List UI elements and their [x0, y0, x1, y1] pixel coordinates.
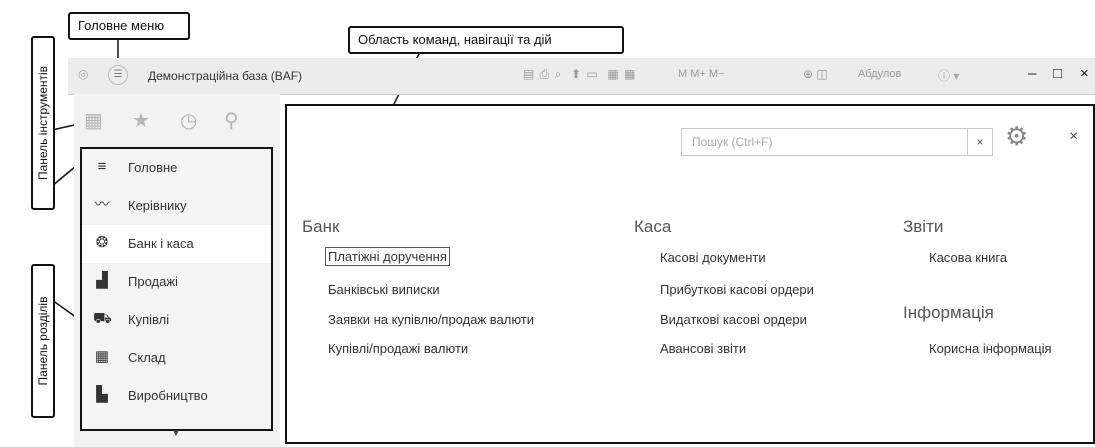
section-label: Купівлі	[128, 312, 170, 327]
grid-icon[interactable]: ▦	[84, 108, 103, 133]
app-logo-icon: ◎	[78, 67, 89, 81]
coin-icon: ❂	[95, 234, 109, 251]
window-title: Демонстраційна база (BAF)	[148, 69, 303, 83]
history-icon[interactable]: ◷	[180, 108, 197, 133]
more-sections-icon[interactable]: ▼	[171, 428, 181, 439]
cmd-useful-info[interactable]: Корисна інформація	[929, 341, 1052, 356]
memory-buttons[interactable]: M M+ M−	[678, 68, 724, 80]
close-icon[interactable]: ×	[1069, 128, 1078, 146]
factory-icon: ▙	[96, 386, 108, 403]
cart-icon: ⛟	[93, 310, 112, 327]
callout-text: Панель розділів	[36, 296, 50, 386]
section-label: Банк і каса	[128, 236, 194, 251]
section-manager[interactable]: 〰 Керівнику	[82, 187, 271, 225]
section-warehouse[interactable]: ▦ Склад	[82, 339, 271, 377]
section-label: Керівнику	[128, 198, 187, 213]
menu-lines-icon: ≡	[97, 158, 107, 175]
section-label: Головне	[128, 160, 178, 175]
callout-text: Область команд, навігації та дій	[358, 32, 552, 47]
cmd-bank-statements[interactable]: Банківські виписки	[328, 282, 440, 297]
tools-panel: ▦ ★ ◷ ⚲	[74, 98, 280, 142]
group-title-bank: Банк	[302, 217, 340, 236]
section-label: Продажі	[128, 274, 178, 289]
group-title-kasa: Каса	[634, 217, 672, 236]
section-main[interactable]: ≡ Головне	[82, 149, 271, 187]
cmd-cash-book[interactable]: Касова книга	[929, 250, 1007, 265]
section-sales[interactable]: ▟ Продажі	[82, 263, 271, 301]
section-production[interactable]: ▙ Виробництво	[82, 377, 271, 415]
gear-icon[interactable]: ⚙	[1005, 121, 1028, 152]
section-bank-kasa[interactable]: ❂ Банк і каса	[82, 225, 271, 263]
toolbar-icons[interactable]: ▤ ⎙ ⌕ ⬆ ▭ ▦ ▦	[523, 67, 645, 82]
maximize-icon[interactable]: □	[1053, 65, 1062, 82]
info-icon[interactable]: ⓘ ▾	[938, 67, 959, 84]
callout-main-menu: Головне меню	[68, 12, 190, 40]
star-icon[interactable]: ★	[132, 108, 150, 133]
search-input[interactable]: Пошук (Ctrl+F)	[681, 128, 983, 156]
user-name[interactable]: Абдулов	[858, 68, 901, 80]
callout-tools-panel: Панель інструментів	[31, 36, 55, 210]
minimize-icon[interactable]: –	[1028, 65, 1036, 82]
warehouse-icon: ▦	[94, 348, 110, 365]
cmd-payment-orders[interactable]: Платіжні доручення	[325, 247, 450, 266]
cmd-expense-orders[interactable]: Видаткові касові ордери	[660, 312, 807, 327]
command-area: Пошук (Ctrl+F) × ⚙ × Банк Платіжні доруч…	[285, 104, 1095, 444]
section-label: Виробництво	[128, 388, 208, 403]
group-title-reports: Звіти	[903, 217, 944, 236]
close-window-icon[interactable]: ×	[1080, 65, 1089, 82]
section-label: Склад	[128, 350, 166, 365]
search-placeholder: Пошук (Ctrl+F)	[692, 135, 773, 149]
cmd-receipt-orders[interactable]: Прибуткові касові ордери	[660, 282, 814, 297]
cmd-currency-trades[interactable]: Купівлі/продажі валюти	[328, 341, 468, 356]
callout-text: Панель інструментів	[36, 65, 50, 181]
section-purchases[interactable]: ⛟ Купівлі	[82, 301, 271, 339]
group-title-info: Інформація	[903, 303, 994, 322]
callout-text: Головне меню	[78, 18, 165, 33]
window-titlebar: ◎ ☰ Демонстраційна база (BAF) ▤ ⎙ ⌕ ⬆ ▭ …	[68, 58, 1095, 95]
main-menu-icon[interactable]: ☰	[108, 65, 128, 85]
trend-icon: 〰	[94, 196, 110, 213]
sections-panel: ≡ Головне 〰 Керівнику ❂ Банк і каса ▟ Пр…	[80, 147, 273, 431]
callout-sections-panel: Панель розділів	[31, 264, 55, 418]
cmd-advance-reports[interactable]: Авансові звіти	[660, 341, 746, 356]
search-icon[interactable]: ⚲	[224, 108, 239, 133]
search-clear-button[interactable]: ×	[967, 128, 993, 156]
callout-command-area: Область команд, навігації та дій	[348, 26, 624, 54]
cmd-cash-documents[interactable]: Касові документи	[660, 250, 766, 265]
zoom-icon[interactable]: ⊕ ◫	[803, 67, 828, 81]
bag-icon: ▟	[96, 272, 108, 289]
cmd-currency-requests[interactable]: Заявки на купівлю/продаж валюти	[328, 312, 534, 327]
